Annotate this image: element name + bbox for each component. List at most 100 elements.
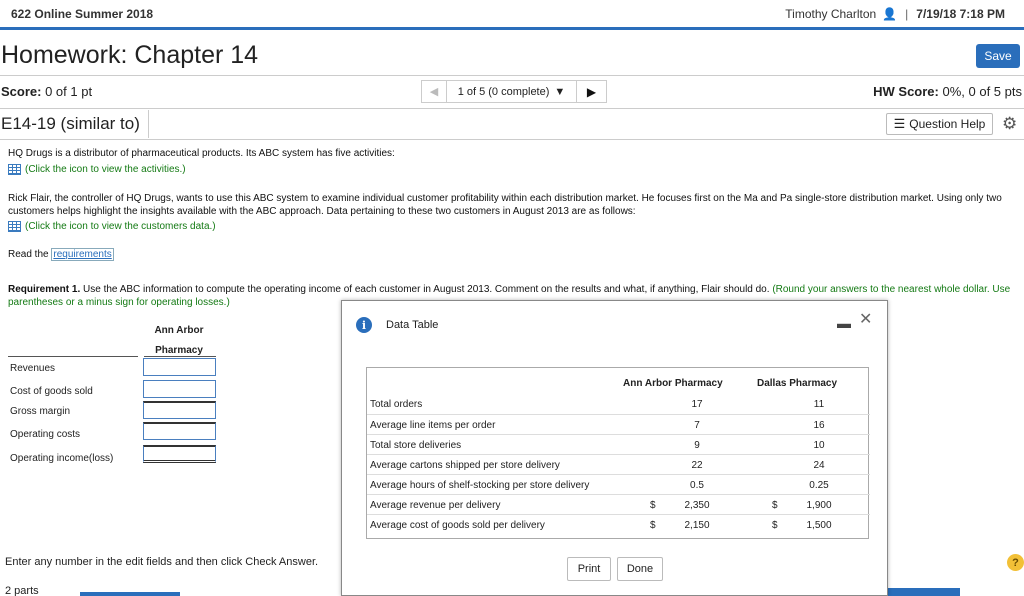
table-row: Total orders 17 11 — [367, 394, 870, 414]
minimize-icon[interactable]: ▬ — [837, 315, 851, 331]
caret-down-icon: ▼ — [554, 85, 566, 98]
ann-arbor-value: 9 — [694, 440, 700, 451]
list-icon: ☰ — [893, 116, 906, 131]
parts-count: 2 parts — [5, 585, 39, 596]
divider: | — [905, 7, 909, 21]
table-icon[interactable] — [8, 164, 21, 175]
column-header-line-1: Ann Arbor — [154, 325, 204, 336]
dallas-value: 16 — [813, 420, 825, 431]
dallas-value: 11 — [813, 399, 825, 410]
dallas-value: 1,900 — [806, 500, 832, 511]
table-icon[interactable] — [8, 221, 21, 232]
user-name[interactable]: Timothy Charlton — [785, 7, 876, 21]
gear-icon[interactable]: ⚙ — [1002, 114, 1017, 134]
user-icon[interactable]: 👤 — [882, 7, 897, 21]
column-header-dallas: Dallas Pharmacy — [757, 378, 838, 389]
table-row: Average line items per order 7 16 — [367, 414, 870, 434]
score: Score: 0 of 1 pt — [1, 84, 92, 99]
row-label-revenues: Revenues — [10, 363, 56, 374]
chevron-right-icon: ▶ — [586, 84, 597, 99]
activities-link[interactable]: (Click the icon to view the activities.) — [8, 164, 186, 175]
row-label: Average cartons shipped per store delive… — [370, 460, 560, 471]
row-label: Total orders — [370, 399, 423, 410]
ann-arbor-value: 2,150 — [684, 520, 710, 531]
currency-symbol: $ — [650, 500, 656, 511]
help-icon[interactable]: ? — [1007, 554, 1024, 571]
column-header-ann-arbor: Ann Arbor Pharmacy — [623, 378, 723, 389]
question-help-button[interactable]: ☰ Question Help — [886, 113, 993, 135]
read-the-label: Read the — [8, 249, 49, 260]
course-name: 622 Online Summer 2018 — [11, 7, 154, 21]
question-position: 1 of 5 (0 complete) — [457, 85, 550, 98]
check-answer-button[interactable] — [876, 588, 960, 596]
dallas-value: 10 — [813, 440, 825, 451]
ann-arbor-value: 7 — [694, 420, 700, 431]
page-title: Homework: Chapter 14 — [1, 41, 259, 69]
score-label: Score: — [1, 84, 42, 99]
hw-score-label: HW Score: — [873, 84, 939, 99]
problem-context: Rick Flair, the controller of HQ Drugs, … — [8, 193, 1002, 217]
table-row: Average revenue per delivery $ 2,350 $ 1… — [367, 494, 870, 514]
hw-score: HW Score: 0%, 0 of 5 pts — [873, 84, 1022, 99]
data-table-dialog: i Data Table ▬ ✕ Ann Arbor Pharmacy Dall… — [341, 300, 888, 596]
dialog-title: Data Table — [386, 319, 439, 331]
table-row: Average cartons shipped per store delive… — [367, 454, 870, 474]
question-help-label: Question Help — [909, 117, 986, 131]
row-label-cogs: Cost of goods sold — [10, 386, 93, 397]
ann-arbor-value: 2,350 — [684, 500, 710, 511]
table-row: Average cost of goods sold per delivery … — [367, 514, 870, 534]
revenues-input[interactable] — [143, 358, 216, 376]
next-question-button[interactable]: ▶ — [577, 80, 607, 103]
close-icon[interactable]: ✕ — [859, 309, 872, 329]
operating-costs-input[interactable] — [143, 422, 216, 440]
previous-question-button[interactable]: ◀ — [421, 80, 447, 103]
chevron-left-icon: ◀ — [429, 86, 439, 98]
currency-symbol: $ — [772, 500, 778, 511]
dallas-value: 1,500 — [806, 520, 832, 531]
row-label: Total store deliveries — [370, 440, 462, 451]
footer-instruction: Enter any number in the edit fields and … — [5, 556, 319, 568]
operating-income-input[interactable] — [143, 445, 216, 463]
requirements-link[interactable]: requirements — [51, 248, 114, 261]
requirement-text: Use the ABC information to compute the o… — [83, 284, 770, 295]
row-label-operating-income: Operating income(loss) — [10, 453, 114, 464]
table-row: Total store deliveries 9 10 — [367, 434, 870, 454]
read-requirements: Read the requirements — [8, 248, 114, 261]
row-label-operating-costs: Operating costs — [10, 429, 81, 440]
cogs-input[interactable] — [143, 380, 216, 398]
problem-intro: HQ Drugs is a distributor of pharmaceuti… — [8, 148, 395, 159]
divider — [0, 75, 1024, 76]
row-label: Average cost of goods sold per delivery — [370, 520, 545, 531]
answer-column-header: Ann Arbor Pharmacy — [153, 321, 205, 361]
dallas-value: 0.25 — [809, 480, 829, 491]
part-progress-bar[interactable] — [80, 592, 180, 596]
divider — [144, 356, 216, 357]
question-selector[interactable]: 1 of 5 (0 complete) ▼ — [447, 80, 577, 103]
row-label-gross-margin: Gross margin — [10, 406, 71, 417]
row-label: Average hours of shelf-stocking per stor… — [370, 480, 590, 491]
ann-arbor-value: 0.5 — [690, 480, 704, 491]
ann-arbor-value: 17 — [691, 399, 703, 410]
print-button[interactable]: Print — [567, 557, 611, 581]
gross-margin-input[interactable] — [143, 401, 216, 419]
customers-link-text[interactable]: (Click the icon to view the customers da… — [25, 221, 216, 232]
ann-arbor-value: 22 — [691, 460, 703, 471]
customers-link[interactable]: (Click the icon to view the customers da… — [8, 221, 216, 232]
activities-link-text[interactable]: (Click the icon to view the activities.) — [25, 164, 186, 175]
divider — [8, 356, 138, 357]
question-navigator: ◀ 1 of 5 (0 complete) ▼ ▶ — [421, 80, 607, 103]
requirement-label: Requirement 1. — [8, 284, 81, 295]
divider — [148, 110, 149, 138]
save-button[interactable]: Save — [976, 44, 1020, 68]
done-button[interactable]: Done — [617, 557, 663, 581]
currency-symbol: $ — [650, 520, 656, 531]
dallas-value: 24 — [813, 460, 825, 471]
row-label: Average line items per order — [370, 420, 496, 431]
top-bar: 622 Online Summer 2018 Timothy Charlton … — [0, 0, 1024, 30]
user-box: Timothy Charlton 👤 | 7/19/18 7:18 PM — [785, 7, 1005, 21]
info-icon: i — [356, 317, 372, 333]
currency-symbol: $ — [772, 520, 778, 531]
datetime: 7/19/18 7:18 PM — [916, 7, 1005, 21]
divider — [0, 139, 1024, 140]
score-value: 0 of 1 pt — [45, 84, 93, 99]
